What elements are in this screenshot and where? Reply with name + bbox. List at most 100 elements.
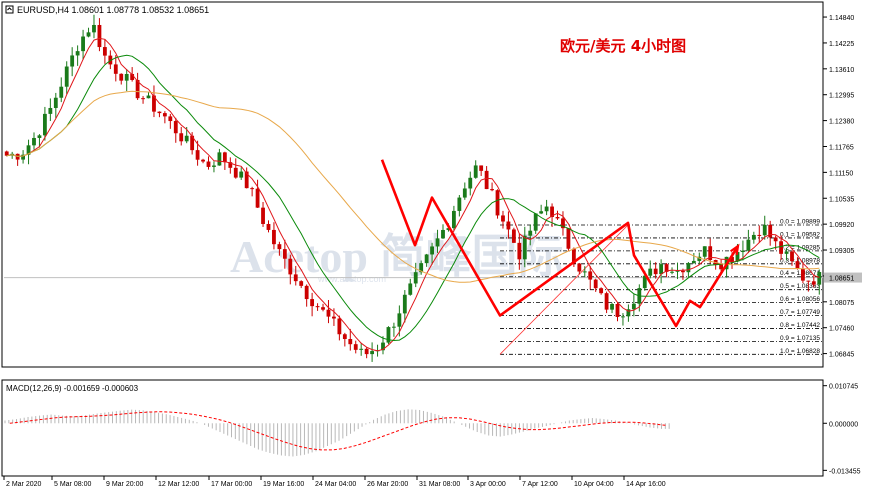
candle-body xyxy=(746,239,751,251)
fib-level-label: 0.7 = 1.07749 xyxy=(780,309,820,316)
time-tick-label: 3 Apr 00:00 xyxy=(470,481,506,488)
candle-body xyxy=(659,264,664,275)
candle-body xyxy=(304,285,309,300)
price-tick-label: 1.14225 xyxy=(829,41,854,48)
candle-body xyxy=(70,55,75,67)
candle-body xyxy=(266,223,271,230)
candle-body xyxy=(217,152,222,166)
price-tick-label: 1.12995 xyxy=(829,93,854,100)
candle-body xyxy=(522,235,527,260)
candle-body xyxy=(806,280,811,282)
price-tick-label: 1.09920 xyxy=(829,222,854,229)
candle-body xyxy=(59,86,64,98)
candle-body xyxy=(795,261,800,269)
candle-body xyxy=(201,159,205,162)
candle-body xyxy=(610,303,614,310)
price-tick-label: 1.12380 xyxy=(829,119,854,126)
candle-body xyxy=(282,249,287,259)
fib-level-label: 0.1 = 1.09592 xyxy=(780,231,820,238)
candle-body xyxy=(501,215,505,222)
candle-body xyxy=(517,242,522,260)
macd-title: MACD(12,26,9) -0.001659 -0.000603 xyxy=(6,384,139,393)
candle-body xyxy=(124,73,129,81)
time-tick-label: 2 Mar 2020 xyxy=(6,481,42,488)
candle-body xyxy=(195,150,200,160)
price-tick-label: 1.14840 xyxy=(829,15,854,22)
price-tick-label: 1.07460 xyxy=(829,326,854,333)
candle-body xyxy=(42,113,47,136)
candle-body xyxy=(811,281,816,285)
candle-body xyxy=(261,207,265,224)
candle-body xyxy=(141,98,145,100)
candle-body xyxy=(233,167,238,178)
candle-body xyxy=(288,258,293,275)
time-tick-label: 9 Mar 20:00 xyxy=(106,481,143,488)
candle-body xyxy=(473,165,478,178)
candle-body xyxy=(239,171,244,178)
candle-body xyxy=(670,271,674,273)
candle-body xyxy=(332,316,336,319)
current-price-label: 1.08651 xyxy=(829,276,854,283)
candle-body xyxy=(342,334,347,340)
candle-body xyxy=(413,272,418,284)
candle-body xyxy=(599,288,604,294)
candle-body xyxy=(206,161,211,167)
fib-level-label: 1.0 = 1.06828 xyxy=(780,348,820,355)
price-tick-label: 1.13610 xyxy=(829,67,854,74)
candle-body xyxy=(702,246,707,257)
candle-body xyxy=(648,268,653,276)
candle-body xyxy=(81,36,85,52)
candle-body xyxy=(479,165,484,171)
candle-body xyxy=(277,244,282,250)
candle-body xyxy=(741,250,745,253)
candle-body xyxy=(566,228,571,249)
candle-body xyxy=(533,213,538,231)
candle-body xyxy=(353,344,358,350)
candle-body xyxy=(779,241,784,254)
candle-body xyxy=(588,271,593,280)
candle-body xyxy=(681,270,685,273)
price-tick-label: 1.09305 xyxy=(829,248,854,255)
candle-body xyxy=(691,260,696,264)
candle-body xyxy=(293,274,298,282)
candle-body xyxy=(686,263,691,273)
candle-body xyxy=(37,135,42,138)
candle-body xyxy=(337,318,342,335)
candle-body xyxy=(222,152,227,163)
time-tick-label: 5 Mar 08:00 xyxy=(54,481,91,488)
candle-body xyxy=(299,281,304,286)
candle-body xyxy=(577,263,582,272)
chart-canvas: Acetop 简峰国际 www.acetop.com 1.148401.1422… xyxy=(0,0,870,493)
fib-level-label: 0.0 = 1.09899 xyxy=(780,219,820,226)
candle-body xyxy=(392,326,396,328)
candle-body xyxy=(790,251,794,262)
candle-body xyxy=(528,230,533,236)
candle-body xyxy=(86,32,91,37)
candle-body xyxy=(310,299,315,307)
candle-body xyxy=(539,211,544,214)
candle-body xyxy=(48,107,53,114)
time-tick-label: 14 Apr 16:00 xyxy=(626,481,666,488)
candle-body xyxy=(784,251,789,254)
macd-tick-label: -0.013455 xyxy=(829,468,861,475)
candle-body xyxy=(582,271,587,273)
candle-body xyxy=(801,268,805,281)
candle-body xyxy=(462,188,467,198)
chart-overlay-title: 欧元/美元 4小时图 xyxy=(560,37,686,55)
time-tick-label: 7 Apr 12:00 xyxy=(522,481,558,488)
candle-body xyxy=(173,121,178,134)
candle-body xyxy=(212,165,216,167)
candle-body xyxy=(762,224,767,236)
candle-body xyxy=(451,210,456,229)
macd-tick-label: 0.010745 xyxy=(829,384,858,391)
candle-body xyxy=(168,116,173,122)
candle-body xyxy=(511,229,516,243)
price-tick-label: 1.10535 xyxy=(829,196,854,203)
macd-tick-label: 0.000000 xyxy=(829,421,858,428)
candle-body xyxy=(250,188,255,190)
price-tick-label: 1.11765 xyxy=(829,144,854,151)
price-tick-label: 1.06845 xyxy=(829,352,854,359)
candle-body xyxy=(113,64,118,74)
candle-body xyxy=(53,97,58,108)
candle-body xyxy=(631,303,636,310)
